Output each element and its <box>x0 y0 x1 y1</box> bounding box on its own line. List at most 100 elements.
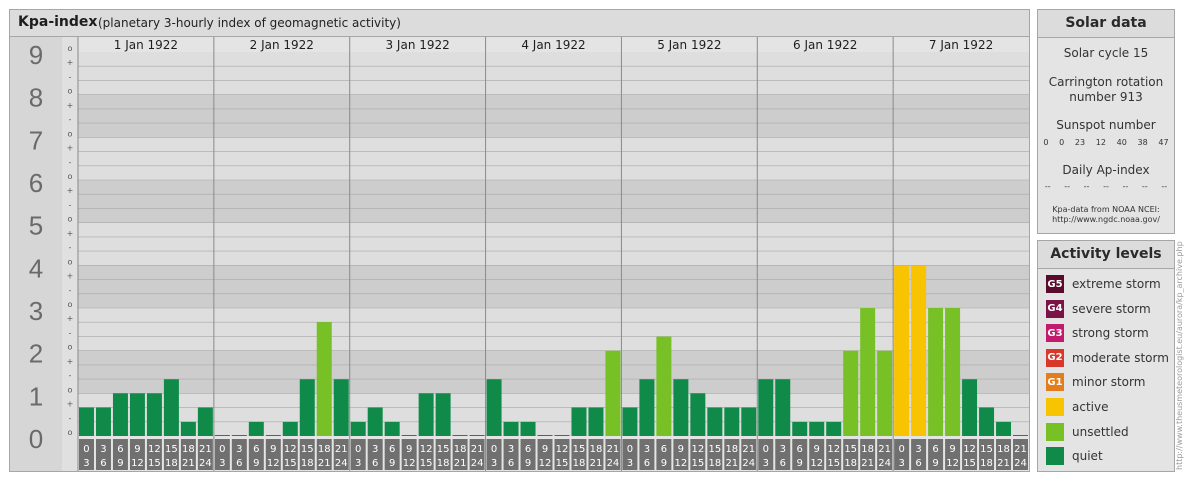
time-end-label: 12 <box>267 458 280 469</box>
minor-tick-mark: + <box>67 229 74 238</box>
kp-bar <box>95 407 111 436</box>
time-start-label: 18 <box>590 444 603 455</box>
time-end-label: 6 <box>372 458 378 469</box>
time-end-label: 6 <box>236 458 242 469</box>
y-tick-label: 0 <box>29 424 43 454</box>
activity-level-extreme-storm: G5 extreme storm <box>1046 275 1161 293</box>
band-6 <box>78 137 1029 180</box>
time-start-label: 12 <box>691 444 704 455</box>
time-end-label: 6 <box>780 458 786 469</box>
kp-bar <box>639 379 655 436</box>
kpa-chart-panel: Kpa-index (planetary 3-hourly index of g… <box>9 9 1030 472</box>
time-end-label: 9 <box>389 458 395 469</box>
minor-tick-mark: + <box>67 101 74 110</box>
activity-level-unsettled: unsettled <box>1046 422 1129 441</box>
time-start-label: 21 <box>742 444 755 455</box>
time-end-label: 21 <box>454 458 467 469</box>
activity-label: strong storm <box>1072 326 1149 341</box>
time-end-label: 18 <box>301 458 314 469</box>
time-start-label: 12 <box>556 444 569 455</box>
y-tick-label: 9 <box>29 40 43 70</box>
time-start-label: 18 <box>861 444 874 455</box>
activity-level-active: active <box>1046 398 1108 416</box>
sunspot-value-0: 0 <box>1043 138 1049 147</box>
sunspot-value-4: 40 <box>1116 138 1127 147</box>
time-end-label: 15 <box>963 458 976 469</box>
time-end-label: 21 <box>725 458 738 469</box>
minor-tick-mark: + <box>67 186 74 195</box>
sunspot-value-2: 23 <box>1074 138 1086 147</box>
time-start-label: 9 <box>814 444 820 455</box>
time-start-label: 12 <box>963 444 976 455</box>
time-end-label: 3 <box>763 458 769 469</box>
kp-bar <box>673 379 689 436</box>
kp-bar <box>112 393 128 436</box>
minor-tick-mark: o <box>68 385 73 394</box>
band-7 <box>78 94 1029 138</box>
activity-level-minor-storm: G1 minor storm <box>1046 373 1145 392</box>
minor-tick-mark: + <box>67 272 74 281</box>
band-8 <box>78 52 1029 95</box>
time-start-label: 9 <box>406 444 412 455</box>
kp-bar <box>928 308 944 436</box>
time-start-label: 6 <box>117 444 123 455</box>
time-start-label: 9 <box>949 444 955 455</box>
time-start-label: 12 <box>148 444 161 455</box>
time-start-label: 6 <box>661 444 667 455</box>
activity-level-severe-storm: G4 severe storm <box>1046 299 1151 318</box>
ap-value-6: -- <box>1161 182 1168 191</box>
carrington-rotation: Carrington rotation number 913 <box>1048 75 1164 104</box>
time-start-label: 21 <box>607 444 620 455</box>
time-end-label: 18 <box>980 458 993 469</box>
time-start-label: 6 <box>389 444 395 455</box>
time-start-label: 15 <box>844 444 857 455</box>
time-start-label: 0 <box>898 444 904 455</box>
kp-bar <box>792 421 808 436</box>
minor-tick-mark: - <box>69 243 72 252</box>
kp-bar <box>775 379 791 436</box>
time-end-label: 6 <box>644 458 650 469</box>
time-start-label: 3 <box>780 444 786 455</box>
time-end-label: 3 <box>627 458 633 469</box>
sunspot-value-3: 12 <box>1095 138 1106 147</box>
time-end-label: 24 <box>878 458 891 469</box>
time-start-label: 3 <box>915 444 921 455</box>
kp-bar <box>962 379 978 436</box>
kp-bar <box>809 421 825 436</box>
time-start-label: 12 <box>284 444 297 455</box>
time-start-label: 21 <box>335 444 348 455</box>
day-label: 3 Jan 1922 <box>385 38 449 52</box>
minor-tick-mark: o <box>68 215 73 224</box>
day-label: 6 Jan 1922 <box>793 38 857 52</box>
kp-bar <box>945 308 961 436</box>
kp-bar <box>996 421 1012 436</box>
time-end-label: 3 <box>898 458 904 469</box>
kp-bar <box>316 322 332 436</box>
time-end-label: 15 <box>556 458 569 469</box>
time-start-label: 18 <box>182 444 195 455</box>
time-end-label: 12 <box>674 458 687 469</box>
kp-bar <box>197 407 213 436</box>
time-start-label: 0 <box>355 444 361 455</box>
time-end-label: 24 <box>199 458 212 469</box>
ap-value-3: -- <box>1103 182 1109 191</box>
time-end-label: 24 <box>335 458 348 469</box>
kp-bar <box>452 435 468 436</box>
minor-tick-mark: - <box>69 414 72 423</box>
minor-tick-mark: o <box>68 172 73 181</box>
kp-bar <box>758 379 774 436</box>
minor-tick-mark: o <box>68 343 73 352</box>
band-5 <box>78 180 1029 223</box>
kp-bar <box>163 379 179 436</box>
time-end-label: 12 <box>539 458 552 469</box>
kp-bar <box>231 435 247 436</box>
kp-bar <box>843 350 859 436</box>
time-end-label: 21 <box>861 458 874 469</box>
band-2 <box>78 308 1029 351</box>
time-start-label: 9 <box>678 444 684 455</box>
time-end-label: 21 <box>318 458 331 469</box>
y-tick-label: 1 <box>29 381 43 411</box>
activity-swatch: G3 <box>1046 324 1064 343</box>
time-start-label: 21 <box>1014 444 1027 455</box>
minor-tick-mark: o <box>68 300 73 309</box>
